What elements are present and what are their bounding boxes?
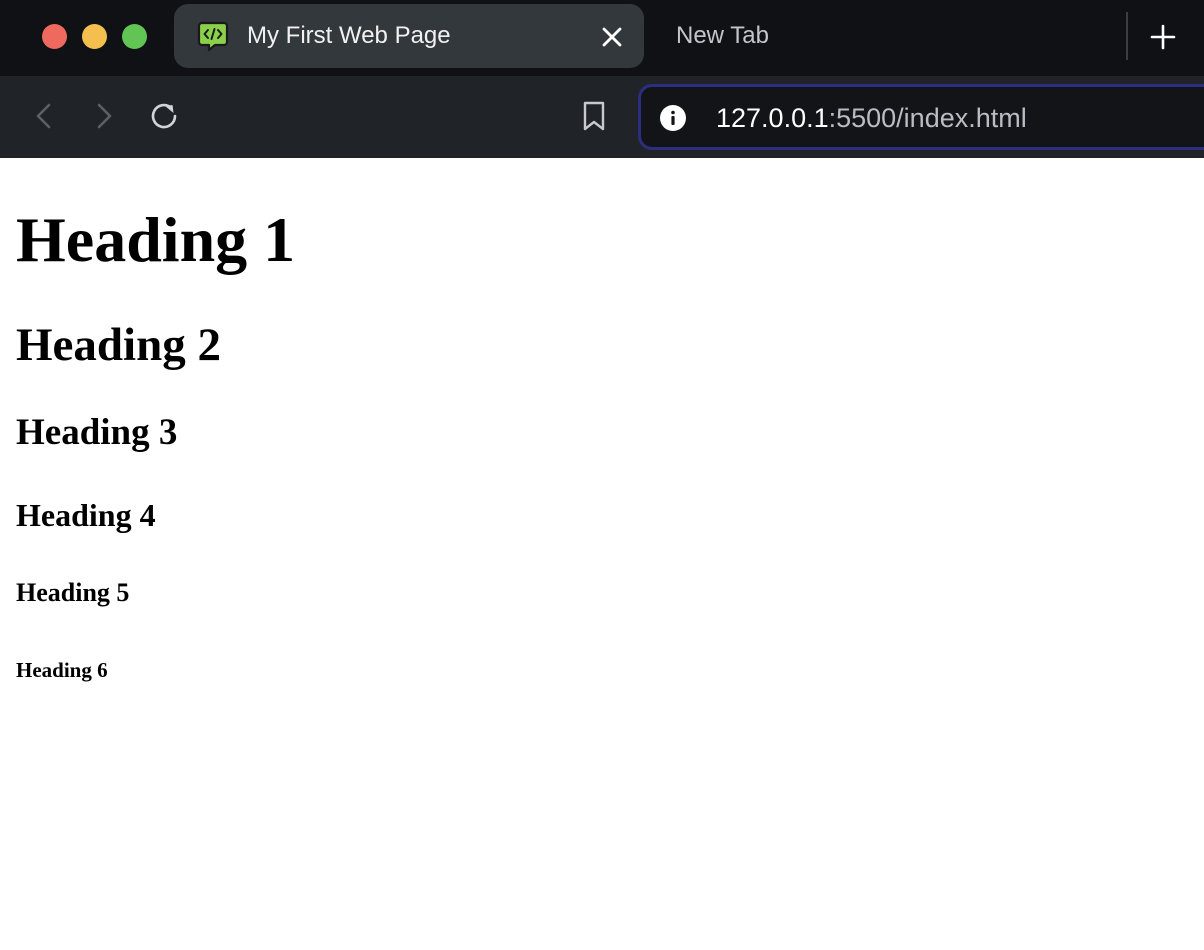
url-path: :5500/index.html (828, 103, 1027, 133)
navigation-toolbar: 127.0.0.1:5500/index.html (0, 76, 1204, 158)
window-minimize-button[interactable] (82, 24, 107, 49)
heading-5: Heading 5 (16, 578, 130, 607)
tab-active[interactable]: My First Web Page (174, 4, 644, 68)
reload-icon[interactable] (144, 96, 184, 136)
site-info-icon[interactable] (659, 104, 687, 132)
heading-6: Heading 6 (16, 658, 108, 682)
bookmark-icon[interactable] (574, 96, 614, 136)
heading-4: Heading 4 (16, 497, 156, 533)
back-arrow-icon[interactable] (24, 96, 64, 136)
address-bar[interactable]: 127.0.0.1:5500/index.html (638, 84, 1204, 150)
new-tab-plus-icon[interactable] (1146, 20, 1180, 54)
close-tab-icon[interactable] (598, 23, 626, 51)
heading-1: Heading 1 (16, 204, 296, 275)
tab-new-tab[interactable]: New Tab (664, 4, 964, 68)
heading-3: Heading 3 (16, 412, 178, 453)
tab-title: New Tab (676, 22, 769, 49)
heading-2: Heading 2 (16, 319, 222, 371)
page-viewport: Heading 1 Heading 2 Heading 3 Heading 4 … (0, 158, 1204, 950)
url-host: 127.0.0.1 (716, 103, 829, 133)
tab-strip: My First Web Page New Tab (0, 0, 1204, 76)
browser-window: My First Web Page New Tab 127.0.0.1:5500… (0, 0, 1204, 950)
url-text[interactable]: 127.0.0.1:5500/index.html (716, 101, 1027, 135)
tab-title: My First Web Page (247, 22, 451, 49)
window-maximize-button[interactable] (122, 24, 147, 49)
tab-divider (1126, 12, 1128, 60)
forward-arrow-icon[interactable] (84, 96, 124, 136)
code-chat-icon (197, 21, 229, 52)
window-close-button[interactable] (42, 24, 67, 49)
